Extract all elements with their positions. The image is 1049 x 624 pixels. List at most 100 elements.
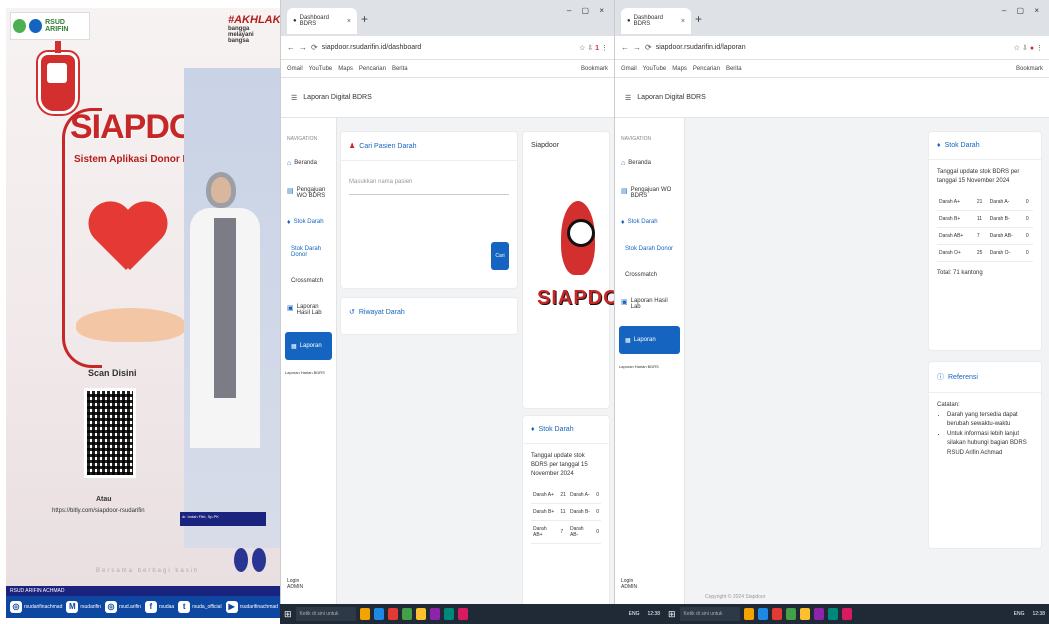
- new-tab-icon[interactable]: +: [361, 12, 368, 26]
- search-button[interactable]: Cari: [491, 242, 509, 270]
- social-item[interactable]: ◎ rsud.arifin: [104, 601, 141, 613]
- all-bookmarks[interactable]: Bookmark: [1016, 66, 1043, 72]
- app-icon[interactable]: [387, 608, 398, 620]
- tab-title: Dashboard BDRS: [299, 15, 329, 27]
- instagram-icon: ◎: [10, 601, 22, 613]
- sidebar-item-beranda[interactable]: ⌂ Beranda: [281, 150, 336, 177]
- akhlak-tag-sub: bangga melayani bangsa: [228, 26, 254, 44]
- browser-tab[interactable]: ● Dashboard BDRS ×: [287, 8, 357, 34]
- social-item[interactable]: t rsuda_official: [178, 601, 222, 613]
- patient-search-input[interactable]: Masukkan nama pasien: [349, 173, 509, 195]
- all-bookmarks[interactable]: Bookmark: [581, 66, 608, 72]
- bookmark-item[interactable]: Pencarian: [359, 66, 386, 72]
- app-icon[interactable]: [401, 608, 412, 620]
- new-tab-icon[interactable]: +: [695, 12, 702, 26]
- search-card-title: ♟ Cari Pasien Darah: [341, 132, 517, 161]
- extensions-area[interactable]: ☆ ⇩ ● ⋮: [1014, 44, 1043, 52]
- app-icon[interactable]: [429, 608, 440, 620]
- sidebar-item-lab[interactable]: ▣ Laporan Hasil Lab: [281, 294, 336, 326]
- menu-toggle-icon[interactable]: ☰: [291, 94, 297, 102]
- start-icon[interactable]: ⊞: [284, 609, 292, 620]
- sidebar: NAVIGATION ⌂ Beranda ▤ Pengajuan WO BDRS ♦…: [281, 118, 337, 604]
- sidebar-item-pengajuan[interactable]: ▤ Pengajuan WO BDRS: [281, 177, 336, 209]
- reference-list: Catatan: Darah yang tersedia dapat berub…: [929, 393, 1041, 467]
- bookmark-item[interactable]: Berita: [392, 66, 408, 72]
- app-icon[interactable]: [827, 608, 838, 620]
- url-field[interactable]: siapdoor.rsudarifin.id/laporan: [656, 44, 1010, 51]
- app-icon[interactable]: [359, 608, 370, 620]
- sidebar-item-stok-donor[interactable]: Stok Darah Donor: [615, 236, 684, 262]
- url-field[interactable]: siapdoor.rsudarifin.id/dashboard: [322, 44, 575, 51]
- sidebar-item-pengajuan[interactable]: ▤ Pengajuan WO BDRS: [615, 177, 684, 209]
- history-card-title[interactable]: ↺ Riwayat Darah: [341, 298, 517, 326]
- social-item[interactable]: f rsudaa: [144, 601, 174, 613]
- menu-toggle-icon[interactable]: ☰: [625, 94, 631, 102]
- bookmark-item[interactable]: Berita: [726, 66, 742, 72]
- home-icon: ⌂: [287, 160, 292, 167]
- bookmark-item[interactable]: YouTube: [309, 66, 333, 72]
- taskbar-search[interactable]: Ketik di sini untuk mencari: [295, 607, 356, 621]
- sidebar-item-laporan[interactable]: ▦ Laporan: [285, 332, 332, 360]
- app-icon[interactable]: [799, 608, 810, 620]
- app-icon[interactable]: [373, 608, 384, 620]
- table-row: Darah B+ 11 Darah B- 0: [937, 210, 1033, 228]
- forward-icon[interactable]: →: [299, 43, 307, 52]
- qr-code[interactable]: [84, 388, 136, 478]
- sidebar-item-lab[interactable]: ▣ Laporan Hasil Lab: [615, 288, 684, 320]
- table-row: Darah AB+ 7 Darah AB- 0: [937, 227, 1033, 245]
- social-item[interactable]: ▶ rsudarifinachmad: [225, 601, 278, 613]
- taskbar-search[interactable]: Ketik di sini untuk mencari: [679, 607, 740, 621]
- bookmark-item[interactable]: Pencarian: [693, 66, 720, 72]
- table-row: Darah O+ 25 Darah O- 0: [937, 244, 1033, 262]
- sidebar-item-stok-donor[interactable]: Stok Darah Donor: [281, 236, 336, 268]
- reload-icon[interactable]: ⟳: [645, 43, 652, 52]
- back-icon[interactable]: ←: [621, 43, 629, 52]
- close-tab-icon[interactable]: ×: [347, 18, 351, 25]
- close-tab-icon[interactable]: ×: [681, 18, 685, 25]
- language-indicator[interactable]: ENG: [629, 611, 640, 617]
- social-item[interactable]: Mrsudarifin: [66, 601, 101, 613]
- clock[interactable]: 12:38: [1032, 611, 1045, 617]
- app-icon[interactable]: [813, 608, 824, 620]
- stock-desc: Tanggal update stok BDRS per tanggal 15 …: [937, 169, 1020, 184]
- sidebar-item-beranda[interactable]: ⌂ Beranda: [615, 150, 684, 177]
- app-icon[interactable]: [457, 608, 468, 620]
- extensions-area[interactable]: ☆ ⇩ 1 ⋮: [579, 44, 608, 52]
- clock[interactable]: 12:38: [647, 611, 660, 617]
- browser-tab[interactable]: ● Dashboard BDRS ×: [621, 8, 691, 34]
- sidebar-item-stok[interactable]: ♦ Stok Darah: [281, 209, 336, 236]
- page-footer: Copyright © 2024 Siapdoor: [705, 594, 766, 600]
- sidebar: NAVIGATION ⌂ Beranda ▤ Pengajuan WO BDRS ♦…: [615, 118, 685, 604]
- window-controls[interactable]: – ▢ ×: [1002, 6, 1043, 15]
- bookmark-item[interactable]: Gmail: [621, 66, 637, 72]
- language-indicator[interactable]: ENG: [1014, 611, 1025, 617]
- sidebar-item-crossmatch[interactable]: Crossmatch: [281, 268, 336, 294]
- reload-icon[interactable]: ⟳: [311, 43, 318, 52]
- sidebar-item-crossmatch[interactable]: Crossmatch: [615, 262, 684, 288]
- start-icon[interactable]: ⊞: [668, 609, 676, 620]
- social-item[interactable]: ◎ rsudarifinachmad: [10, 601, 62, 613]
- bookmark-item[interactable]: YouTube: [643, 66, 667, 72]
- app-icon[interactable]: [771, 608, 782, 620]
- tab-bar: ● Dashboard BDRS × + – ▢ ×: [615, 0, 1049, 36]
- sidebar-item-stok[interactable]: ♦ Stok Darah: [615, 209, 684, 236]
- sidebar-item-laporan[interactable]: ▦ Laporan: [619, 326, 680, 354]
- list-item: Darah yang tersedia dapat berubah sewakt…: [947, 411, 1033, 430]
- drop-icon: ♦: [531, 426, 535, 433]
- app-icon[interactable]: [841, 608, 852, 620]
- app-body: NAVIGATION ⌂ Beranda ▤ Pengajuan WO BDRS ♦…: [615, 118, 1049, 604]
- forward-icon[interactable]: →: [633, 43, 641, 52]
- app-icon[interactable]: [757, 608, 768, 620]
- reference-lead: Catatan:: [937, 402, 960, 408]
- app-icon[interactable]: [415, 608, 426, 620]
- bookmark-item[interactable]: Gmail: [287, 66, 303, 72]
- window-controls[interactable]: – ▢ ×: [567, 6, 608, 15]
- browser-window-right: ● Dashboard BDRS × + – ▢ × ← → ⟳ siapdoo…: [614, 0, 1049, 604]
- app-icon[interactable]: [443, 608, 454, 620]
- app-icon[interactable]: [743, 608, 754, 620]
- bookmark-item[interactable]: Maps: [338, 66, 353, 72]
- bookmark-item[interactable]: Maps: [672, 66, 687, 72]
- app-icon[interactable]: [785, 608, 796, 620]
- report-icon: ▦: [291, 343, 297, 350]
- back-icon[interactable]: ←: [287, 43, 295, 52]
